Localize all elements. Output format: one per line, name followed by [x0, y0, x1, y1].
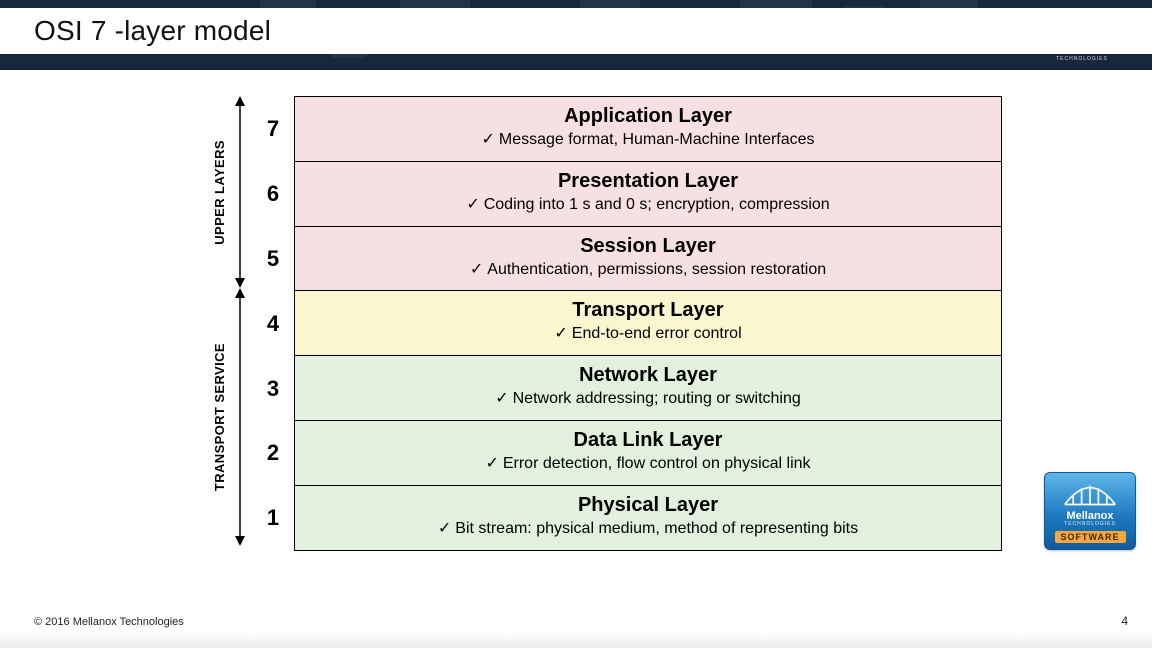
copyright-text: © 2016 Mellanox Technologies: [34, 616, 184, 628]
page-number: 4: [1121, 614, 1128, 628]
layer-row: 5 Session Layer ✓Authentication, permiss…: [252, 227, 1002, 292]
double-arrow-icon: [232, 288, 248, 546]
layer-desc: ✓Bit stream: physical medium, method of …: [305, 519, 991, 540]
brand-subtitle: TECHNOLOGIES: [1056, 56, 1108, 62]
layer-desc: ✓Coding into 1 s and 0 s; encryption, co…: [305, 195, 991, 216]
layer-desc: ✓Authentication, permissions, session re…: [305, 260, 991, 281]
layer-desc: ✓Network addressing; routing or switchin…: [305, 389, 991, 410]
bridge-icon: [1045, 6, 1119, 42]
layer-title: Network Layer: [305, 364, 991, 387]
layer-number: 1: [252, 486, 294, 551]
transport-service-bracket: TRANSPORT SERVICE: [212, 288, 252, 546]
layer-desc: ✓Message format, Human-Machine Interface…: [305, 130, 991, 151]
check-icon: ✓: [466, 196, 479, 213]
layer-number: 2: [252, 421, 294, 486]
layer-number: 7: [252, 96, 294, 162]
layer-title: Physical Layer: [305, 494, 991, 517]
layer-number: 6: [252, 162, 294, 227]
slide-title: OSI 7 -layer model: [34, 15, 271, 47]
layer-row: 6 Presentation Layer ✓Coding into 1 s an…: [252, 162, 1002, 227]
layer-desc: ✓Error detection, flow control on physic…: [305, 454, 991, 475]
layer-title: Data Link Layer: [305, 429, 991, 452]
software-badge: SOFTWARE: [1055, 531, 1126, 543]
check-icon: ✓: [485, 455, 498, 472]
check-icon: ✓: [495, 390, 508, 407]
layer-desc: ✓End-to-end error control: [305, 324, 991, 345]
slide-footer: © 2016 Mellanox Technologies 4: [0, 590, 1152, 648]
layer-row: 3 Network Layer ✓Network addressing; rou…: [252, 356, 1002, 421]
slide-header: OSI 7 -layer model Mellanox® TECHNOLOGIE…: [0, 0, 1152, 70]
layer-title: Application Layer: [305, 105, 991, 128]
check-icon: ✓: [554, 325, 567, 342]
reg-mark: ®: [1106, 42, 1112, 51]
upper-layers-label: UPPER LAYERS: [212, 140, 227, 245]
check-icon: ✓: [481, 131, 494, 148]
check-icon: ✓: [438, 520, 451, 537]
osi-diagram: 7 Application Layer ✓Message format, Hum…: [252, 96, 1002, 551]
brand-logo-bottom: Mellanox TECHNOLOGIES SOFTWARE: [1044, 472, 1136, 550]
layer-cell: Application Layer ✓Message format, Human…: [294, 96, 1002, 162]
layer-title: Presentation Layer: [305, 170, 991, 193]
brand-logo-top: Mellanox® TECHNOLOGIES: [1032, 6, 1132, 62]
layer-number: 4: [252, 291, 294, 356]
layer-cell: Physical Layer ✓Bit stream: physical med…: [294, 486, 1002, 551]
check-icon: ✓: [470, 261, 483, 278]
bridge-icon: [1062, 480, 1118, 510]
layer-cell: Network Layer ✓Network addressing; routi…: [294, 356, 1002, 421]
layer-number: 5: [252, 227, 294, 292]
diagram-stage: UPPER LAYERS TRANSPORT SERVICE 7 Applica…: [0, 70, 1152, 590]
double-arrow-icon: [232, 96, 248, 288]
layer-title: Transport Layer: [305, 299, 991, 322]
upper-layers-bracket: UPPER LAYERS: [212, 96, 252, 288]
transport-service-label: TRANSPORT SERVICE: [212, 343, 227, 491]
layer-cell: Data Link Layer ✓Error detection, flow c…: [294, 421, 1002, 486]
brand-subtitle: TECHNOLOGIES: [1064, 521, 1116, 527]
layer-cell: Transport Layer ✓End-to-end error contro…: [294, 291, 1002, 356]
layer-row: 7 Application Layer ✓Message format, Hum…: [252, 96, 1002, 162]
title-bar: OSI 7 -layer model: [0, 8, 1152, 54]
layer-cell: Presentation Layer ✓Coding into 1 s and …: [294, 162, 1002, 227]
brand-name: Mellanox: [1051, 43, 1106, 57]
layer-title: Session Layer: [305, 235, 991, 258]
layer-cell: Session Layer ✓Authentication, permissio…: [294, 227, 1002, 292]
layer-row: 1 Physical Layer ✓Bit stream: physical m…: [252, 486, 1002, 551]
layer-row: 2 Data Link Layer ✓Error detection, flow…: [252, 421, 1002, 486]
footer-gradient: [0, 632, 1152, 648]
layer-row: 4 Transport Layer ✓End-to-end error cont…: [252, 291, 1002, 356]
layer-number: 3: [252, 356, 294, 421]
